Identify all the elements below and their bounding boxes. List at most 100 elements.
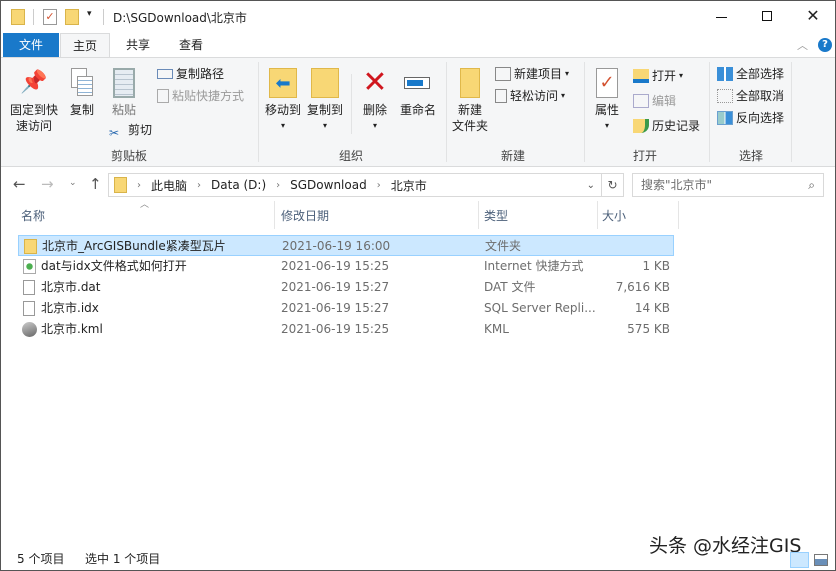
copy-icon — [69, 68, 95, 98]
close-button[interactable]: ✕ — [791, 1, 835, 33]
column-header-size[interactable]: 大小 — [602, 205, 626, 227]
move-to-button[interactable]: ⬅ 移动到 ▾ — [263, 68, 303, 134]
properties-quick-icon[interactable]: ✓ — [43, 9, 57, 25]
internet-shortcut-icon — [23, 259, 36, 274]
collapse-ribbon-icon[interactable]: ︿ — [797, 37, 808, 53]
history-button[interactable]: 历史记录 — [633, 116, 700, 136]
watermark: 头条 @水经注GIS — [649, 535, 802, 557]
select-all-icon — [717, 67, 733, 81]
history-icon — [633, 119, 649, 133]
details-view-button[interactable] — [790, 552, 809, 568]
maximize-button[interactable] — [745, 1, 791, 33]
select-none-button[interactable]: 全部取消 — [717, 86, 784, 106]
copy-button[interactable]: 复制 — [65, 68, 99, 118]
file-type: Internet 快捷方式 — [484, 259, 584, 273]
refresh-button[interactable]: ↻ — [601, 173, 624, 197]
file-row[interactable]: dat与idx文件格式如何打开 2021-06-19 15:25 Internet … — [18, 256, 674, 277]
file-row[interactable]: 北京市_ArcGISBundle紧凑型瓦片 2021-06-19 16:00 文件夹 — [18, 235, 674, 256]
new-folder-icon — [460, 68, 480, 98]
file-type: 文件夹 — [485, 239, 522, 253]
large-icons-view-button[interactable] — [814, 554, 828, 566]
edit-icon — [633, 94, 649, 108]
forward-button[interactable]: → — [41, 175, 54, 193]
paste-shortcut-button[interactable]: 粘贴快捷方式 — [157, 86, 244, 106]
help-icon[interactable]: ? — [818, 38, 832, 52]
column-header-type[interactable]: 类型 — [484, 205, 508, 227]
file-name: dat与idx文件格式如何打开 — [41, 259, 187, 273]
column-header-date[interactable]: 修改日期 — [281, 205, 329, 227]
file-name: 北京市.idx — [41, 301, 99, 315]
item-count: 5 个项目 — [17, 552, 65, 566]
paste-button[interactable]: 粘贴 — [107, 68, 141, 118]
group-label-open: 打开 — [632, 149, 657, 163]
file-date: 2021-06-19 15:25 — [281, 259, 390, 273]
group-label-clipboard: 剪贴板 — [110, 149, 147, 163]
select-none-icon — [717, 89, 733, 103]
address-dropdown-icon[interactable]: ⌄ — [587, 180, 595, 191]
delete-x-icon: ✕ — [362, 65, 388, 100]
move-to-icon: ⬅ — [269, 68, 297, 98]
file-size: 1 KB — [642, 259, 670, 273]
file-date: 2021-06-19 15:27 — [281, 280, 390, 294]
customize-quick-access-icon[interactable]: ▾ — [87, 9, 92, 19]
tab-home[interactable]: 主页 — [60, 33, 110, 58]
minimize-button[interactable] — [699, 1, 745, 33]
copy-path-icon — [157, 69, 173, 79]
invert-selection-button[interactable]: 反向选择 — [717, 108, 784, 128]
copy-to-button[interactable]: 复制到 ▾ — [305, 68, 345, 134]
select-all-button[interactable]: 全部选择 — [717, 64, 784, 84]
easy-access-icon — [495, 89, 507, 103]
pin-to-quick-access-button[interactable]: 📌 固定到快 速访问 — [7, 68, 61, 134]
address-bar[interactable]: › 此电脑 › Data (D:) › SGDownload › 北京市 ⌄ — [108, 173, 602, 197]
copy-path-button[interactable]: 复制路径 — [157, 64, 224, 84]
status-bar: 5 个项目 选中 1 个项目 头条 @水经注GIS — [1, 535, 835, 571]
breadcrumb-this-pc[interactable]: 此电脑 — [151, 177, 187, 194]
file-icon — [23, 280, 35, 295]
window-title: D:\SGDownload\北京市 — [113, 11, 247, 25]
kml-globe-icon — [22, 322, 37, 337]
breadcrumb-sgdownload[interactable]: SGDownload — [290, 178, 367, 192]
group-label-organize: 组织 — [338, 149, 363, 163]
pin-icon: 📌 — [20, 70, 48, 95]
properties-button[interactable]: ✓ 属性 ▾ — [591, 68, 623, 134]
easy-access-button[interactable]: 轻松访问 ▾ — [495, 86, 565, 106]
open-button[interactable]: 打开 ▾ — [633, 66, 683, 86]
tab-file[interactable]: 文件 — [3, 33, 59, 57]
recent-locations-button[interactable]: ⌄ — [69, 178, 77, 188]
file-row[interactable]: 北京市.idx 2021-06-19 15:27 SQL Server Repli.… — [18, 298, 674, 319]
new-folder-quick-icon[interactable] — [65, 9, 79, 25]
file-type: SQL Server Repli... — [484, 301, 596, 315]
file-date: 2021-06-19 15:25 — [281, 322, 390, 336]
folder-icon — [24, 239, 37, 254]
paste-icon — [113, 68, 135, 98]
group-label-new: 新建 — [500, 149, 525, 163]
scissors-icon: ✂ — [109, 126, 120, 140]
file-name: 北京市.dat — [41, 280, 101, 294]
explorer-window: ✓ ▾ D:\SGDownload\北京市 ✕ 文件 主页 共享 查看 ︿ ? … — [0, 0, 836, 571]
file-name: 北京市_ArcGISBundle紧凑型瓦片 — [42, 239, 226, 253]
new-folder-button[interactable]: 新建 文件夹 — [450, 68, 490, 134]
properties-icon: ✓ — [596, 68, 618, 98]
file-size: 14 KB — [634, 301, 670, 315]
back-button[interactable]: ← — [13, 175, 26, 193]
new-item-button[interactable]: 新建项目 ▾ — [495, 64, 569, 84]
file-size: 575 KB — [627, 322, 670, 336]
column-header-name[interactable]: 名称 — [21, 205, 45, 227]
breadcrumb-beijing[interactable]: 北京市 — [391, 177, 427, 194]
file-row[interactable]: 北京市.dat 2021-06-19 15:27 DAT 文件 7,616 KB — [18, 277, 674, 298]
tab-view[interactable]: 查看 — [166, 33, 216, 57]
search-input[interactable]: 搜索"北京市" ⌕ — [632, 173, 824, 197]
cut-button[interactable]: ✂ 剪切 — [109, 120, 152, 140]
file-icon — [23, 301, 35, 316]
breadcrumb-drive-d[interactable]: Data (D:) — [211, 178, 266, 192]
delete-button[interactable]: ✕ 删除 ▾ — [357, 68, 393, 134]
rename-button[interactable]: 重命名 — [397, 68, 439, 118]
up-button[interactable]: ↑ — [89, 175, 102, 193]
tab-share[interactable]: 共享 — [113, 33, 163, 57]
search-icon: ⌕ — [808, 178, 815, 192]
paste-shortcut-icon — [157, 89, 169, 103]
file-row[interactable]: 北京市.kml 2021-06-19 15:25 KML 575 KB — [18, 319, 674, 340]
edit-button[interactable]: 编辑 — [633, 91, 676, 111]
title-bar: ✓ ▾ D:\SGDownload\北京市 ✕ — [1, 1, 835, 33]
copy-to-icon — [311, 68, 339, 98]
